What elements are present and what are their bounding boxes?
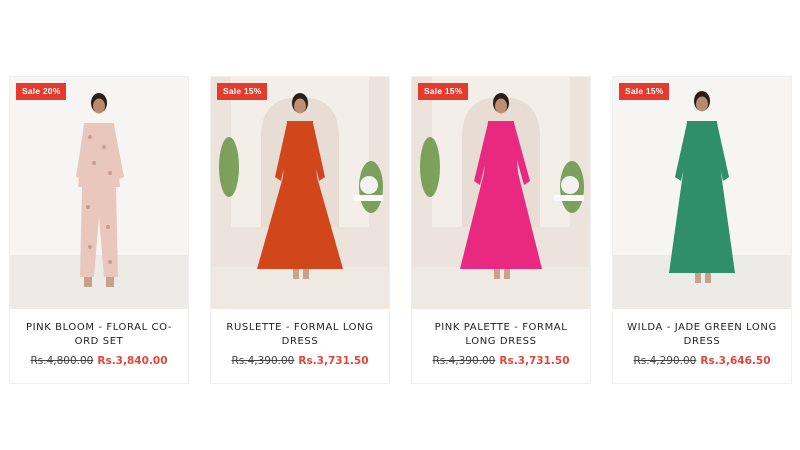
original-price: Rs.4,800.00: [30, 355, 94, 367]
product-card[interactable]: Sale 15% PINK PALETTE - FORMAL LONG DRES…: [411, 76, 591, 384]
product-image[interactable]: Sale 15%: [613, 77, 791, 309]
product-image[interactable]: Sale 15%: [211, 77, 389, 309]
price-row: Rs.4,290.00 Rs.3,646.50: [613, 355, 791, 367]
sale-badge: Sale 15%: [418, 83, 469, 100]
sale-price: Rs.3,731.50: [499, 355, 570, 367]
price-row: Rs.4,390.00 Rs.3,731.50: [412, 355, 590, 367]
price-row: Rs.4,800.00 Rs.3,840.00: [10, 355, 188, 367]
original-price: Rs.4,390.00: [231, 355, 295, 367]
model-photo: [10, 77, 188, 309]
product-grid: Sale 20% PINK BLOOM - FLORAL CO-ORD SET …: [9, 76, 792, 386]
product-image[interactable]: Sale 20%: [10, 77, 188, 309]
product-title[interactable]: PINK PALETTE - FORMAL LONG DRESS: [418, 321, 584, 349]
model-photo: [412, 77, 590, 309]
original-price: Rs.4,290.00: [633, 355, 697, 367]
sale-price: Rs.3,840.00: [97, 355, 168, 367]
original-price: Rs.4,390.00: [432, 355, 496, 367]
price-row: Rs.4,390.00 Rs.3,731.50: [211, 355, 389, 367]
sale-price: Rs.3,646.50: [700, 355, 771, 367]
product-title[interactable]: RUSLETTE - FORMAL LONG DRESS: [217, 321, 383, 349]
sale-badge: Sale 15%: [217, 83, 268, 100]
product-card[interactable]: Sale 15% WILDA - JADE GREEN LONG DRESS R…: [612, 76, 792, 384]
product-card[interactable]: Sale 15% RUSLETTE - FORMAL LONG DRESS Rs…: [210, 76, 390, 384]
product-image[interactable]: Sale 15%: [412, 77, 590, 309]
product-card[interactable]: Sale 20% PINK BLOOM - FLORAL CO-ORD SET …: [9, 76, 189, 384]
sale-badge: Sale 20%: [16, 83, 67, 100]
model-photo: [613, 77, 791, 309]
product-title[interactable]: WILDA - JADE GREEN LONG DRESS: [619, 321, 785, 349]
sale-price: Rs.3,731.50: [298, 355, 369, 367]
product-title[interactable]: PINK BLOOM - FLORAL CO-ORD SET: [16, 321, 182, 349]
model-photo: [211, 77, 389, 309]
sale-badge: Sale 15%: [619, 83, 670, 100]
